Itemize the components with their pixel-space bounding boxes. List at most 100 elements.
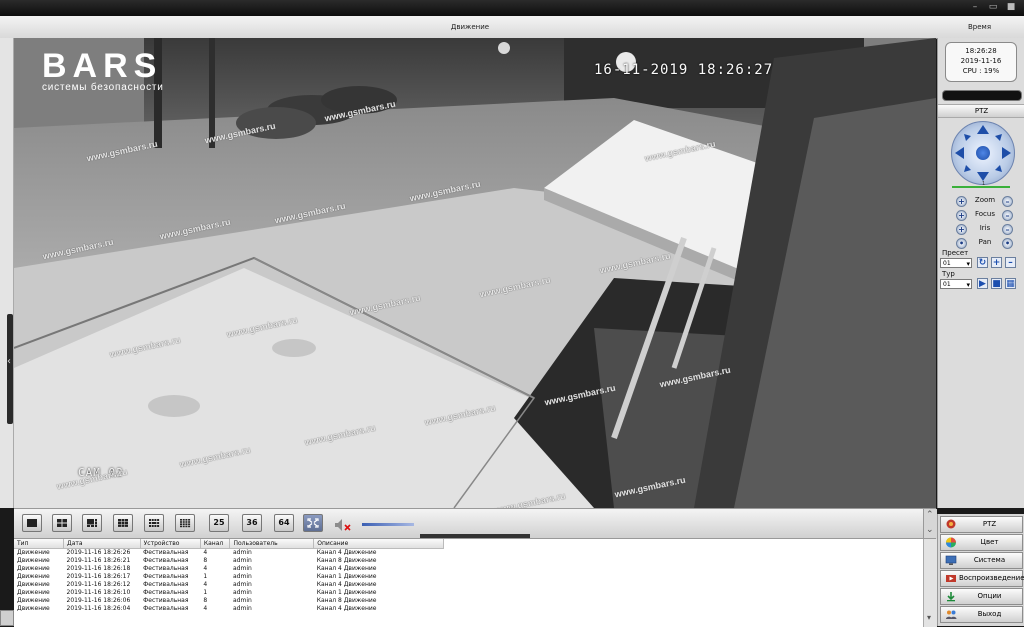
color-palette-icon [946,537,956,548]
layout-36-button[interactable]: 36 [242,514,262,532]
layout-9-button[interactable] [113,514,133,532]
toolbar-scroll[interactable]: ⌃ ⌄ [923,509,937,539]
cell-date: 2019-11-16 18:26:18 [66,565,131,572]
logo-title: BARS [42,47,163,85]
event-log-table: Тип Дата Устройство Канал Пользователь О… [14,539,444,613]
cell-channel: 4 [203,565,208,572]
close-icon[interactable]: ■ [1004,2,1018,13]
chevron-down-icon[interactable]: ▾ [927,613,931,622]
users-exit-icon [946,610,957,619]
col-channel[interactable]: Канал [200,539,231,549]
camera-view[interactable]: BARS системы безопасности 16-11-2019 18:… [14,38,936,508]
menu-options-label: Опции [977,592,1002,600]
log-scrollbar[interactable]: ▾ [923,539,937,627]
iris-open-button[interactable]: + [956,224,967,235]
table-row[interactable]: Движение 2019-11-16 18:26:26 Фестивальна… [14,549,444,558]
layout-64-button[interactable]: 64 [274,514,294,532]
nine-view-icon [118,519,128,527]
menu-exit[interactable]: Выход [940,606,1023,623]
focus-in-button[interactable]: + [956,210,967,221]
table-row[interactable]: Движение 2019-11-16 18:26:06 Фестивальна… [14,597,444,605]
layout-toolbar: 25 36 64 ⌃ ⌄ [14,508,937,539]
mute-icon[interactable] [334,517,352,531]
corner-button[interactable] [0,610,14,626]
zoom-out-button[interactable]: – [1002,196,1013,207]
tour-select[interactable]: 01 [940,279,972,290]
layout-6-button[interactable] [82,514,102,532]
menu-playback[interactable]: Воспроизведение [940,570,1024,587]
layout-12-button[interactable] [144,514,164,532]
col-type[interactable]: Тип [14,539,65,549]
cpu-usage: CPU : 19% [962,67,1000,75]
layout-1-button[interactable] [22,514,42,532]
zoom-label: Zoom [974,196,996,204]
cell-device: Фестивальная [143,549,189,556]
menu-system[interactable]: Система [940,552,1023,569]
cell-device: Фестивальная [143,597,189,604]
table-row[interactable]: Движение 2019-11-16 18:26:18 Фестивальна… [14,565,444,573]
cell-user: admin [232,581,252,588]
cell-device: Фестивальная [143,589,189,596]
restore-icon[interactable]: ▭ [986,2,1000,13]
table-row[interactable]: Движение 2019-11-16 18:26:17 Фестивальна… [14,573,444,581]
chevron-down-icon[interactable]: ⌄ [926,525,934,535]
table-row[interactable]: Движение 2019-11-16 18:26:12 Фестивальна… [14,581,444,589]
col-description[interactable]: Описание [313,539,444,549]
pan-right-button[interactable]: • [1002,238,1013,249]
col-date[interactable]: Дата [63,539,141,549]
single-view-icon [27,519,37,527]
table-row[interactable]: Движение 2019-11-16 18:26:10 Фестивальна… [14,589,444,597]
tour-stop-icon[interactable]: ■ [991,278,1002,289]
left-collapse-bar[interactable]: ‹ [0,38,14,508]
ptz-joystick[interactable] [951,121,1015,185]
tour-play-icon[interactable]: ▶ [977,278,988,289]
motion-label[interactable]: Движение [440,23,500,31]
cell-device: Фестивальная [143,557,189,564]
menu-ptz[interactable]: PTZ [940,516,1023,533]
collapse-handle[interactable] [7,314,13,424]
cell-type: Движение [17,589,50,596]
focus-label: Focus [975,210,995,218]
cell-user: admin [232,589,252,596]
time-label[interactable]: Время [968,23,991,31]
preset-remove-icon[interactable]: – [1005,257,1016,268]
tour-grid-icon[interactable]: ▦ [1005,278,1016,289]
menu-system-label: Система [973,556,1006,564]
window-titlebar: – ▭ ■ [0,0,1024,16]
table-row[interactable]: Движение 2019-11-16 18:26:04 Фестивальна… [14,605,444,613]
layout-25-button[interactable]: 25 [209,514,229,532]
menu-color[interactable]: Цвет [940,534,1023,551]
preset-add-icon[interactable]: + [991,257,1002,268]
pan-left-button[interactable]: • [956,238,967,249]
ptz-speed-value: 1 [982,181,986,187]
chevron-up-icon[interactable]: ⌃ [926,510,934,520]
cell-description: Канал 8 Движение [316,597,377,604]
menu-playback-label: Воспроизведение [959,574,1024,582]
cell-date: 2019-11-16 18:26:06 [66,597,131,604]
volume-slider[interactable] [362,523,414,526]
focus-out-button[interactable]: – [1002,210,1013,221]
cell-description: Канал 4 Движение [316,581,377,588]
cell-date: 2019-11-16 18:26:26 [66,549,131,556]
layout-16-button[interactable] [175,514,195,532]
iris-close-button[interactable]: – [1002,224,1013,235]
preset-select[interactable]: 01 [940,258,972,269]
zoom-control: + Zoom – [956,196,1014,207]
cell-type: Движение [17,549,50,556]
col-user[interactable]: Пользователь [229,539,315,549]
fullscreen-button[interactable] [303,514,323,532]
preset-goto-icon[interactable]: ↻ [977,257,988,268]
layout-4-button[interactable] [52,514,72,532]
zoom-in-button[interactable]: + [956,196,967,207]
menu-options[interactable]: Опции [940,588,1023,605]
minimize-icon[interactable]: – [968,2,982,13]
table-row[interactable]: Движение 2019-11-16 18:26:21 Фестивальна… [14,557,444,565]
ptz-speed-slider[interactable] [952,186,1010,188]
cell-channel: 1 [203,573,208,580]
cell-description: Канал 1 Движение [316,573,377,580]
ptz-center-button[interactable] [976,146,990,160]
pan-control: • Pan • [956,238,1014,249]
chevron-left-icon[interactable]: ‹ [7,356,11,367]
speaker-muted-icon [335,519,351,531]
col-device[interactable]: Устройство [140,539,201,549]
